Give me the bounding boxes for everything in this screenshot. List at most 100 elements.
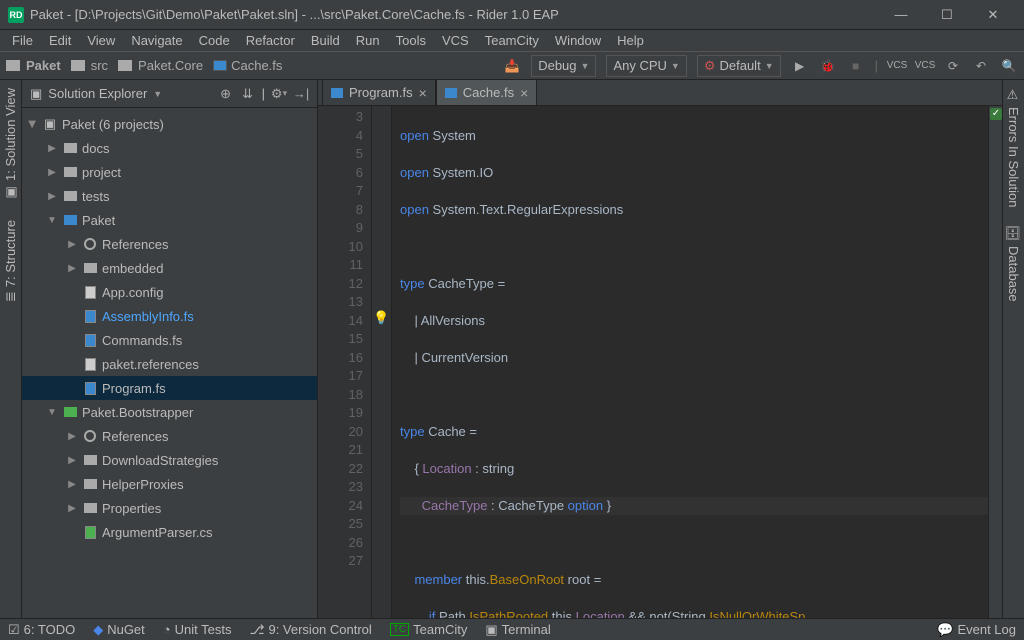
node-label: paket.references (102, 357, 199, 372)
chevron-icon[interactable]: ▶ (46, 191, 58, 202)
tree-row[interactable]: ▶embedded (22, 256, 317, 280)
chevron-icon[interactable]: ▶ (46, 167, 58, 178)
menu-teamcity[interactable]: TeamCity (479, 31, 545, 50)
solution-view-tab[interactable]: ▣1: Solution View (1, 84, 20, 204)
tree-row[interactable]: Program.fs (22, 376, 317, 400)
tree-row[interactable]: ▶References (22, 424, 317, 448)
menu-tools[interactable]: Tools (390, 31, 432, 50)
tree-row[interactable]: ▶DownloadStrategies (22, 448, 317, 472)
terminal-tab[interactable]: ▣Terminal (485, 622, 550, 638)
node-label: Paket (82, 213, 115, 228)
breadcrumb[interactable]: Paket.Core (118, 58, 203, 73)
version-control-tab[interactable]: ⎇9: Version Control (249, 622, 371, 638)
node-icon (82, 382, 98, 395)
menu-navigate[interactable]: Navigate (125, 31, 188, 50)
close-tab-icon[interactable]: × (520, 85, 528, 101)
window-title: Paket - [D:\Projects\Git\Demo\Paket\Pake… (30, 7, 878, 22)
node-label: App.config (102, 285, 163, 300)
maximize-button[interactable]: ☐ (924, 0, 970, 30)
tree-row[interactable]: App.config (22, 280, 317, 304)
teamcity-tab[interactable]: TCTeamCity (390, 622, 468, 637)
menu-build[interactable]: Build (305, 31, 346, 50)
hide-icon[interactable]: →| (293, 86, 309, 102)
breadcrumb[interactable]: src (71, 58, 108, 73)
node-label: References (102, 237, 168, 252)
sync-icon[interactable]: ⟳ (944, 57, 962, 75)
close-tab-icon[interactable]: × (419, 85, 427, 101)
tree-row[interactable]: ▶ project (22, 160, 317, 184)
node-icon (82, 430, 98, 442)
menu-refactor[interactable]: Refactor (240, 31, 301, 50)
debug-button[interactable]: 🐞 (819, 57, 837, 75)
undo-icon[interactable]: ↶ (972, 57, 990, 75)
build-config-select[interactable]: Debug▼ (531, 55, 596, 77)
errors-tab[interactable]: ⚠Errors In Solution (1004, 84, 1023, 211)
close-button[interactable]: ✕ (970, 0, 1016, 30)
nuget-tab[interactable]: ◆NuGet (93, 622, 145, 638)
chevron-icon[interactable]: ▶ (66, 263, 78, 274)
build-icon[interactable]: 📥 (503, 57, 521, 75)
run-config-select[interactable]: ⚙Default▼ (697, 55, 781, 77)
error-stripe[interactable]: ✓ (988, 106, 1002, 618)
tree-row[interactable]: ▼ Paket (22, 208, 317, 232)
tree-row[interactable]: ArgumentParser.cs (22, 520, 317, 544)
code-editor[interactable]: open System open System.IO open System.T… (392, 106, 988, 618)
todo-tab[interactable]: ☑6: TODO (8, 622, 75, 638)
tab-cache-fs[interactable]: Cache.fs× (436, 79, 538, 105)
node-icon (62, 143, 78, 153)
tree-row[interactable]: paket.references (22, 352, 317, 376)
breadcrumb[interactable]: Cache.fs (213, 58, 282, 73)
event-log-tab[interactable]: 💬Event Log (937, 622, 1016, 638)
chevron-icon[interactable]: ▶ (66, 455, 78, 466)
structure-tab[interactable]: ≣7: Structure (1, 216, 20, 306)
database-tab[interactable]: 🗄Database (1004, 221, 1023, 305)
search-icon[interactable]: 🔍 (1000, 57, 1018, 75)
chevron-icon[interactable]: ▼ (46, 407, 58, 418)
tree-row[interactable]: ▶tests (22, 184, 317, 208)
collapse-all-icon[interactable]: ⇊ (240, 86, 256, 102)
menu-view[interactable]: View (81, 31, 121, 50)
menu-run[interactable]: Run (350, 31, 386, 50)
unit-tests-tab[interactable]: ◔Unit Tests (163, 622, 232, 637)
explorer-header: ▣Solution Explorer▼ ⊕ ⇊ | ⚙▾ →| (22, 80, 317, 108)
branch-icon: ⎇ (249, 622, 264, 638)
menu-code[interactable]: Code (193, 31, 236, 50)
vcs-update-button[interactable]: VCS (888, 57, 906, 75)
chevron-icon[interactable]: ▶ (66, 431, 78, 442)
tree-row[interactable]: ▶ References (22, 232, 317, 256)
lightbulb-icon[interactable]: 💡 (372, 310, 391, 326)
breadcrumb[interactable]: Paket (6, 58, 61, 73)
analysis-ok-icon: ✓ (990, 108, 1002, 120)
minimize-button[interactable]: — (878, 0, 924, 30)
menu-window[interactable]: Window (549, 31, 607, 50)
tree-row[interactable]: ▶ HelperProxies (22, 472, 317, 496)
node-icon (82, 286, 98, 299)
settings-icon[interactable]: ⚙▾ (271, 86, 287, 102)
menu-help[interactable]: Help (611, 31, 650, 50)
node-label: HelperProxies (102, 477, 184, 492)
run-button[interactable]: ▶ (791, 57, 809, 75)
chevron-icon[interactable]: ▶ (66, 479, 78, 490)
node-label: project (82, 165, 121, 180)
chevron-icon[interactable]: ▶ (46, 143, 58, 154)
node-icon (82, 310, 98, 323)
vcs-commit-button[interactable]: VCS (916, 57, 934, 75)
bottom-toolwindow-bar: ☑6: TODO ◆NuGet ◔Unit Tests ⎇9: Version … (0, 618, 1024, 640)
tree-row[interactable]: AssemblyInfo.fs (22, 304, 317, 328)
platform-select[interactable]: Any CPU▼ (606, 55, 686, 77)
tree-row[interactable]: ▶docs (22, 136, 317, 160)
tree-root[interactable]: ▶▣Paket (6 projects) (22, 112, 317, 136)
tree-row[interactable]: ▼Paket.Bootstrapper (22, 400, 317, 424)
menu-file[interactable]: File (6, 31, 39, 50)
menu-edit[interactable]: Edit (43, 31, 77, 50)
tab-program-fs[interactable]: Program.fs× (322, 79, 436, 105)
folder-icon (118, 60, 132, 71)
chevron-icon[interactable]: ▶ (66, 503, 78, 514)
chevron-icon[interactable]: ▼ (46, 215, 58, 226)
tree-row[interactable]: Commands.fs (22, 328, 317, 352)
tree-row[interactable]: ▶Properties (22, 496, 317, 520)
menu-vcs[interactable]: VCS (436, 31, 475, 50)
scroll-from-source-icon[interactable]: ⊕ (218, 86, 234, 102)
stop-button[interactable]: ■ (847, 57, 865, 75)
chevron-icon[interactable]: ▶ (66, 239, 78, 250)
